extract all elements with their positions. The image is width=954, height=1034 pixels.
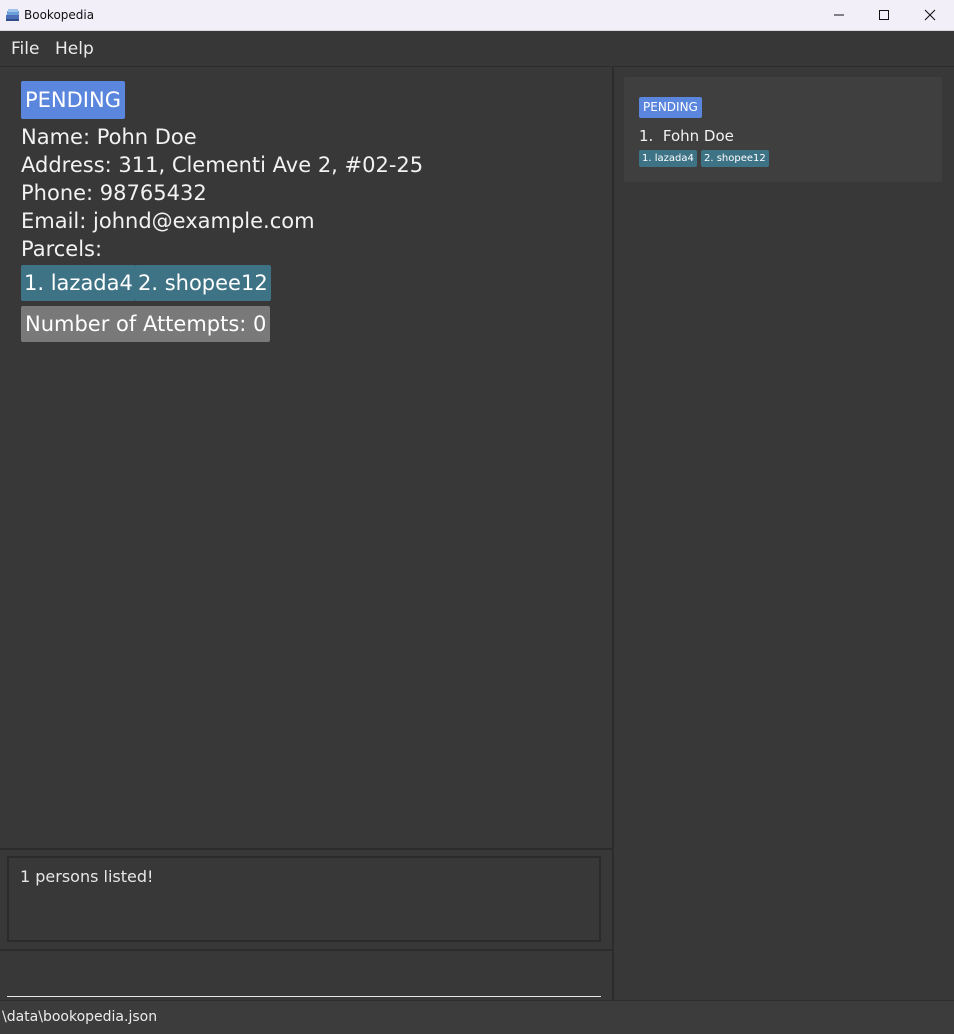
card-name-line: 1. Fohn Doe	[639, 127, 734, 145]
detail-parcel-tag: 2. shopee12	[135, 265, 271, 301]
person-card[interactable]: PENDING 1. Fohn Doe 1. lazada4 2. shopee…	[624, 77, 942, 182]
maximize-button[interactable]	[861, 0, 907, 30]
detail-attempts-tag: Number of Attempts: 0	[21, 306, 271, 342]
close-icon	[924, 9, 936, 21]
close-button[interactable]	[907, 0, 953, 30]
card-status-badge: PENDING	[639, 97, 702, 118]
detail-email: Email: johnd@example.com	[21, 209, 315, 233]
person-list-panel: PENDING 1. Fohn Doe 1. lazada4 2. shopee…	[614, 67, 954, 1000]
menu-file[interactable]: File	[10, 31, 40, 67]
window-titlebar: Bookopedia	[0, 0, 954, 31]
detail-name: Name: Pohn Doe	[21, 125, 197, 149]
status-bar: \data\bookopedia.json	[0, 1000, 954, 1034]
card-parcel-tag: 1. lazada4	[639, 150, 697, 167]
result-display-area: 1 persons listed!	[0, 848, 612, 949]
menu-bar: File Help	[0, 31, 954, 67]
menu-help[interactable]: Help	[54, 31, 95, 67]
minimize-icon	[834, 14, 844, 16]
command-box-area	[0, 949, 612, 1000]
result-message: 1 persons listed!	[20, 867, 154, 886]
card-parcel-tag: 2. shopee12	[701, 150, 769, 167]
detail-phone: Phone: 98765432	[21, 181, 207, 205]
detail-parcel-tag: 1. lazada4	[21, 265, 136, 301]
detail-address: Address: 311, Clementi Ave 2, #02-25	[21, 153, 424, 177]
person-detail-panel: PENDING Name: Pohn Doe Address: 311, Cle…	[0, 67, 612, 848]
card-name: Fohn Doe	[662, 127, 734, 145]
command-input[interactable]	[7, 959, 601, 997]
detail-parcels-label: Parcels:	[21, 237, 103, 261]
maximize-icon	[879, 10, 889, 20]
data-file-path: \data\bookopedia.json	[2, 1009, 158, 1025]
detail-status-badge: PENDING	[21, 81, 125, 119]
book-stack-icon	[6, 9, 19, 21]
minimize-button[interactable]	[816, 0, 862, 30]
card-index: 1.	[639, 127, 654, 145]
result-display[interactable]: 1 persons listed!	[7, 856, 601, 942]
window-title: Bookopedia	[24, 8, 95, 22]
